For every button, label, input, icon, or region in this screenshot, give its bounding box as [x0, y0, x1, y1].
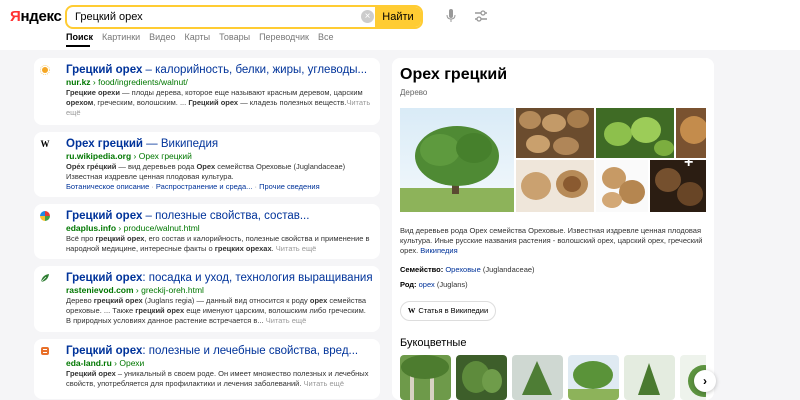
result-title[interactable]: Орех грецкий — Википедия	[66, 137, 372, 151]
tab-translator[interactable]: Переводчик	[259, 32, 309, 46]
sun-favicon-icon	[40, 65, 50, 75]
related-item[interactable]	[624, 355, 675, 400]
search-result: W Орех грецкий — Википедия ru.wikipedia.…	[34, 132, 380, 197]
tab-images[interactable]: Картинки	[102, 32, 140, 46]
fact-genus: Род: орех (Juglans)	[400, 280, 468, 289]
filter-sliders-icon[interactable]	[474, 9, 488, 23]
related-item[interactable]	[512, 355, 563, 400]
related-carousel	[400, 355, 706, 400]
search-result: Грецкий орех: посадка и уход, технология…	[34, 266, 380, 332]
result-title[interactable]: Грецкий орех – полезные свойства, состав…	[66, 209, 372, 223]
family-link[interactable]: Ореховые	[445, 265, 480, 274]
result-url[interactable]: edaplus.info › produce/walnut.html	[66, 223, 372, 234]
result-title[interactable]: Грецкий орех – калорийность, белки, жиры…	[66, 63, 372, 77]
tab-products[interactable]: Товары	[219, 32, 250, 46]
tab-all[interactable]: Все	[318, 32, 334, 46]
gallery-image-walnut-half[interactable]	[676, 108, 706, 158]
fact-family: Семейство: Ореховые (Juglandaceae)	[400, 265, 535, 274]
edaplus-favicon-icon	[40, 211, 50, 221]
result-snippet: Оре́х гре́цкий — вид деревьев рода Орех …	[66, 162, 346, 181]
eda-land-favicon-icon	[40, 346, 50, 356]
result-url[interactable]: rastenievod.com › greckij-oreh.html	[66, 285, 372, 296]
result-snippet: Грецкий орех – уникальный в своем роде. …	[66, 369, 369, 388]
search-result: Грецкий орех – полезные свойства, состав…	[34, 204, 380, 259]
wikipedia-favicon-icon: W	[40, 139, 50, 149]
carousel-next-button[interactable]: ›	[694, 370, 716, 392]
related-section-title: Букоцветные	[400, 337, 467, 349]
result-title[interactable]: Грецкий орех: полезные и лечебные свойст…	[66, 344, 372, 358]
entity-subtitle: Дерево	[400, 88, 428, 97]
result-url[interactable]: nur.kz › food/ingredients/walnut/	[66, 77, 372, 88]
leaf-favicon-icon	[40, 273, 50, 283]
wikipedia-article-button[interactable]: W Статья в Википедии	[400, 301, 496, 321]
yandex-logo[interactable]: Яндекс	[10, 8, 62, 25]
gallery-image-cracked-walnuts[interactable]	[516, 160, 594, 212]
gallery-image-green-walnuts[interactable]	[596, 108, 674, 158]
result-url[interactable]: eda-land.ru › Орехи	[66, 358, 372, 369]
search-input[interactable]	[67, 7, 357, 27]
clear-icon[interactable]: ×	[361, 10, 374, 23]
gallery-image-walnuts-white[interactable]	[596, 160, 648, 212]
tab-maps[interactable]: Карты	[184, 32, 210, 46]
wikipedia-icon: W	[407, 306, 416, 315]
microphone-icon[interactable]	[446, 9, 456, 23]
search-box: × Найти	[65, 5, 423, 29]
result-url[interactable]: ru.wikipedia.org › Орех грецкий	[66, 151, 372, 162]
sitelink-other[interactable]: Прочие сведения	[259, 182, 320, 191]
search-button[interactable]: Найти	[375, 7, 421, 27]
more-images-icon[interactable]: +	[684, 154, 693, 172]
entity-description: Вид деревьев рода Орех семейства Ореховы…	[400, 226, 703, 255]
wikipedia-source-link[interactable]: Википедия	[420, 246, 457, 255]
result-snippet: Всё про грецкий орех, его состав и калор…	[66, 234, 370, 253]
tab-search[interactable]: Поиск	[66, 32, 93, 46]
related-item[interactable]	[456, 355, 507, 400]
search-result: Грецкий орех – калорийность, белки, жиры…	[34, 58, 380, 125]
search-results: Грецкий орех – калорийность, белки, жиры…	[34, 58, 380, 400]
related-item[interactable]	[400, 355, 451, 400]
gallery-image-more[interactable]	[650, 160, 706, 212]
result-sitelinks: Ботаническое описание · Распространение …	[66, 182, 320, 191]
read-more-link[interactable]: Читать ещё	[276, 244, 317, 253]
knowledge-panel: Орех грецкий Дерево + Вид деревьев рода …	[392, 58, 714, 400]
active-tab-indicator	[66, 45, 90, 47]
search-result: Грецкий орех: полезные и лечебные свойст…	[34, 339, 380, 399]
search-tabs: Поиск Картинки Видео Карты Товары Перево…	[66, 32, 333, 46]
image-gallery: +	[400, 108, 706, 212]
gallery-image-nuts[interactable]	[516, 108, 594, 158]
entity-title: Орех грецкий	[400, 66, 508, 83]
result-snippet: Дерево грецкий орех (Juglans regia) — да…	[66, 296, 367, 325]
gallery-image-tree[interactable]	[400, 108, 514, 212]
header: Яндекс × Найти Поиск Картинки Видео Карт…	[0, 0, 800, 50]
related-item[interactable]	[568, 355, 619, 400]
sitelink-distribution[interactable]: Распространение и среда...	[156, 182, 253, 191]
read-more-link[interactable]: Читать ещё	[266, 316, 307, 325]
read-more-link[interactable]: Читать ещё	[304, 379, 345, 388]
result-title[interactable]: Грецкий орех: посадка и уход, технология…	[66, 271, 372, 285]
chevron-right-icon: ›	[703, 374, 707, 388]
tab-video[interactable]: Видео	[149, 32, 175, 46]
result-snippet: Грецкие орехи — плоды дерева, которое ещ…	[66, 88, 371, 117]
genus-link[interactable]: орех	[419, 280, 435, 289]
sitelink-botanical[interactable]: Ботаническое описание	[66, 182, 149, 191]
